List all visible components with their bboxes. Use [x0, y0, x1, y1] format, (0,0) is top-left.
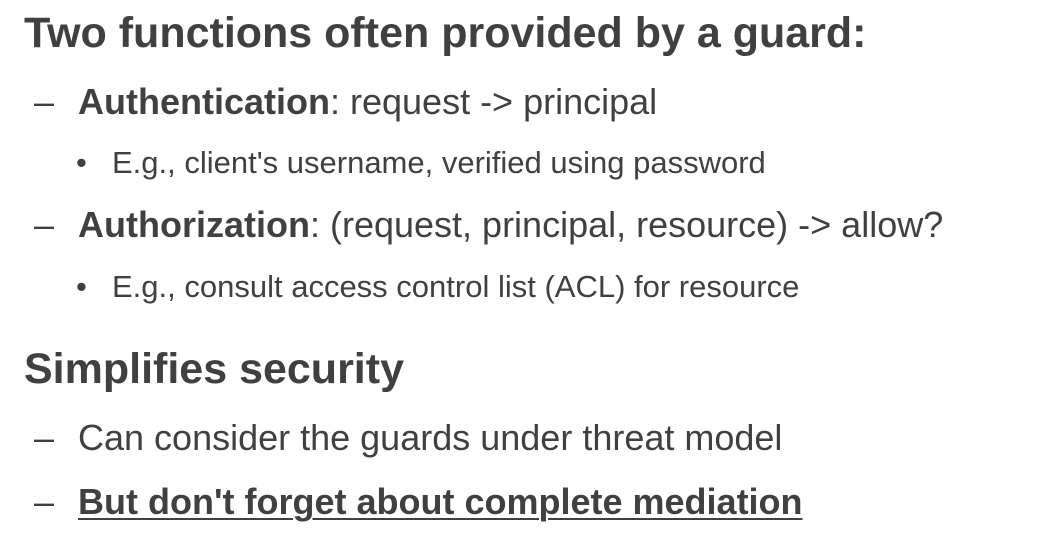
list-item-text: Authentication: request -> principal	[78, 84, 657, 120]
term-authentication: Authentication	[78, 81, 330, 122]
dash-marker: –	[34, 204, 55, 245]
list-item-text: Authorization: (request, principal, reso…	[78, 207, 943, 243]
list-item-text: But don't forget about complete mediatio…	[78, 484, 803, 520]
heading-simplifies-security: Simplifies security	[24, 345, 404, 393]
definition-authentication: : request -> principal	[329, 81, 658, 122]
dash-marker: –	[34, 417, 55, 458]
slide: Two functions often provided by a guard:…	[0, 0, 1043, 539]
bullet-marker: •	[76, 269, 87, 304]
sub-item-text: E.g., consult access control list (ACL) …	[112, 269, 800, 304]
complete-mediation-link-text: But don't forget about complete mediatio…	[78, 481, 803, 522]
dash-marker: –	[34, 81, 55, 122]
sub-item-text: E.g., client's username, verified using …	[112, 145, 766, 180]
term-authorization: Authorization	[78, 204, 310, 245]
heading-guard-functions: Two functions often provided by a guard:	[24, 9, 867, 57]
list-item-text: Can consider the guards under threat mod…	[78, 417, 783, 458]
dash-marker: –	[34, 481, 55, 522]
definition-authorization: : (request, principal, resource) -> allo…	[309, 204, 944, 245]
bullet-marker: •	[76, 145, 87, 180]
